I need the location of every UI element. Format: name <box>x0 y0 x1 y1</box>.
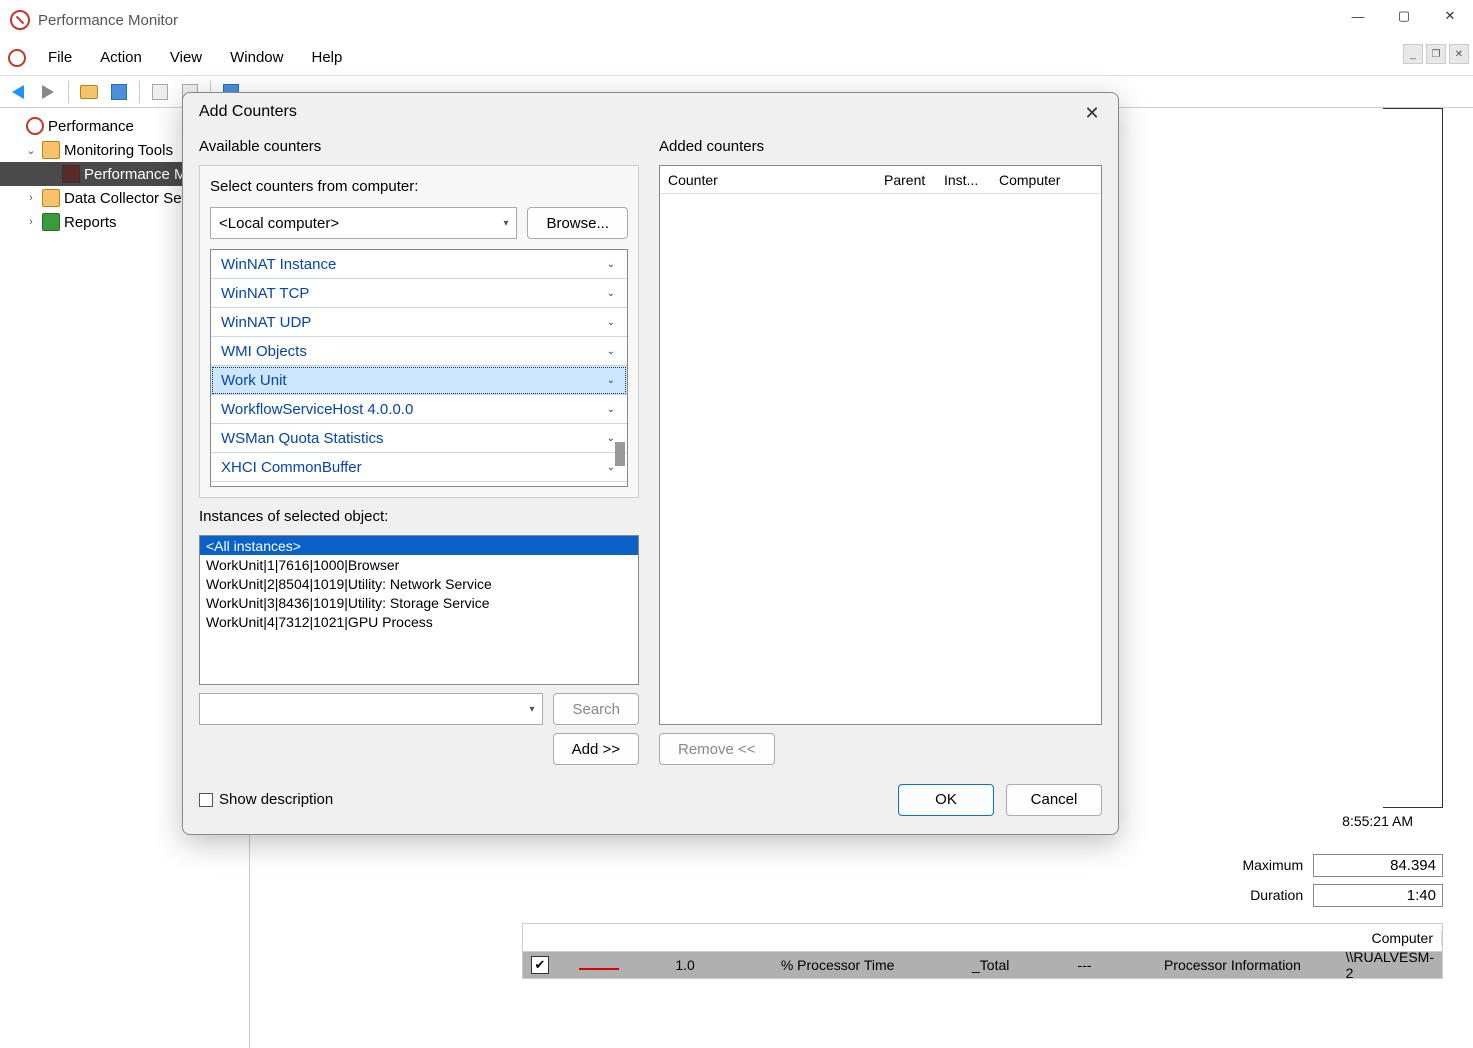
minimize-button[interactable]: — <box>1335 0 1381 32</box>
tool-props[interactable] <box>105 79 133 105</box>
folder-icon <box>42 141 60 159</box>
instance-item[interactable]: WorkUnit|3|8436|1019|Utility: Storage Se… <box>200 593 638 612</box>
chevron-down-icon: ▾ <box>529 704 534 715</box>
counter-category-list[interactable]: WinNAT Instance⌄ WinNAT TCP⌄ WinNAT UDP⌄… <box>210 249 628 487</box>
mdi-close[interactable]: ✕ <box>1449 44 1469 64</box>
mdi-minimize[interactable]: _ <box>1403 44 1423 64</box>
cancel-button[interactable]: Cancel <box>1006 784 1102 816</box>
forward-button[interactable] <box>34 79 62 105</box>
chevron-down-icon: ⌄ <box>607 288 615 299</box>
available-counters-label: Available counters <box>199 136 639 157</box>
legend-row[interactable]: ✔ 1.0 % Processor Time _Total --- Proces… <box>523 952 1442 978</box>
instance-search-combo[interactable]: ▾ <box>199 693 543 725</box>
chart-area[interactable] <box>1383 108 1443 808</box>
chevron-down-icon: ⌄ <box>607 404 615 415</box>
counter-item[interactable]: WinNAT UDP⌄ <box>211 308 627 337</box>
chart-icon <box>62 165 80 183</box>
search-button[interactable]: Search <box>553 693 639 725</box>
menubar: File Action View Window Help _ ❐ ✕ <box>0 40 1473 76</box>
instance-item[interactable]: <All instances> <box>200 536 638 555</box>
added-grid-header: Counter Parent Inst... Computer <box>660 166 1101 194</box>
instance-item[interactable]: WorkUnit|1|7616|1000|Browser <box>200 555 638 574</box>
add-button[interactable]: Add >> <box>553 733 639 765</box>
legend-table[interactable]: Computer ✔ 1.0 % Processor Time _Total -… <box>522 923 1443 979</box>
chevron-down-icon: ⌄ <box>607 375 615 386</box>
stat-duration: Duration 1:40 <box>1250 884 1443 907</box>
counter-item[interactable]: WMI Objects⌄ <box>211 337 627 366</box>
tool-folder[interactable] <box>75 79 103 105</box>
add-counters-dialog: Add Counters ✕ Available counters Select… <box>182 92 1119 835</box>
perf-icon <box>26 117 44 135</box>
instances-label: Instances of selected object: <box>199 506 639 527</box>
instances-list[interactable]: <All instances> WorkUnit|1|7616|1000|Bro… <box>199 535 639 685</box>
stat-maximum: Maximum 84.394 <box>1242 854 1443 877</box>
chevron-down-icon: ⌄ <box>607 433 615 444</box>
legend-show-checkbox[interactable]: ✔ <box>531 956 549 974</box>
app-title: Performance Monitor <box>38 12 178 29</box>
dialog-title: Add Counters <box>199 103 297 121</box>
counter-item[interactable]: WinNAT Instance⌄ <box>211 250 627 279</box>
counter-item[interactable]: XHCI CommonBuffer⌄ <box>211 453 627 482</box>
menu-file[interactable]: File <box>34 45 86 70</box>
browse-button[interactable]: Browse... <box>527 207 628 239</box>
checkbox-icon <box>199 793 213 807</box>
back-button[interactable] <box>4 79 32 105</box>
menu-help[interactable]: Help <box>297 45 356 70</box>
app-titlebar: Performance Monitor — ▢ ✕ <box>0 0 1473 40</box>
show-description-checkbox[interactable]: Show description <box>199 791 333 808</box>
added-counters-grid[interactable]: Counter Parent Inst... Computer <box>659 165 1102 725</box>
chevron-down-icon: ⌄ <box>607 259 615 270</box>
instance-item[interactable]: WorkUnit|2|8504|1019|Utility: Network Se… <box>200 574 638 593</box>
chevron-down-icon: ⌄ <box>607 462 615 473</box>
legend-header: Computer <box>523 924 1442 952</box>
menu-view[interactable]: View <box>156 45 216 70</box>
chevron-down-icon: ▾ <box>503 218 508 229</box>
counter-item[interactable]: WinNAT TCP⌄ <box>211 279 627 308</box>
menu-action[interactable]: Action <box>86 45 156 70</box>
folder-icon <box>42 189 60 207</box>
chevron-down-icon: ⌄ <box>607 346 615 357</box>
tool-gen1[interactable] <box>146 79 174 105</box>
added-counters-label: Added counters <box>659 136 1102 157</box>
app-icon-small <box>8 49 26 67</box>
counter-item[interactable]: WSMan Quota Statistics⌄ <box>211 424 627 453</box>
reports-icon <box>42 213 60 231</box>
counter-item-selected[interactable]: Work Unit⌄ <box>211 366 627 395</box>
chart-end-time: 8:55:21 AM <box>1342 813 1413 829</box>
chevron-down-icon: ⌄ <box>607 317 615 328</box>
ok-button[interactable]: OK <box>898 784 994 816</box>
select-computer-label: Select counters from computer: <box>210 176 628 197</box>
instance-item[interactable]: WorkUnit|4|7312|1021|GPU Process <box>200 612 638 631</box>
dialog-titlebar[interactable]: Add Counters ✕ <box>183 93 1118 130</box>
mdi-restore[interactable]: ❐ <box>1426 44 1446 64</box>
dialog-close-button[interactable]: ✕ <box>1080 101 1104 125</box>
scrollbar-thumb[interactable] <box>615 442 625 466</box>
close-button[interactable]: ✕ <box>1427 0 1473 32</box>
app-icon <box>10 10 30 30</box>
counter-item[interactable]: WorkflowServiceHost 4.0.0.0⌄ <box>211 395 627 424</box>
remove-button[interactable]: Remove << <box>659 733 775 765</box>
menu-window[interactable]: Window <box>216 45 297 70</box>
maximize-button[interactable]: ▢ <box>1381 0 1427 32</box>
computer-combo[interactable]: <Local computer> ▾ <box>210 207 517 239</box>
